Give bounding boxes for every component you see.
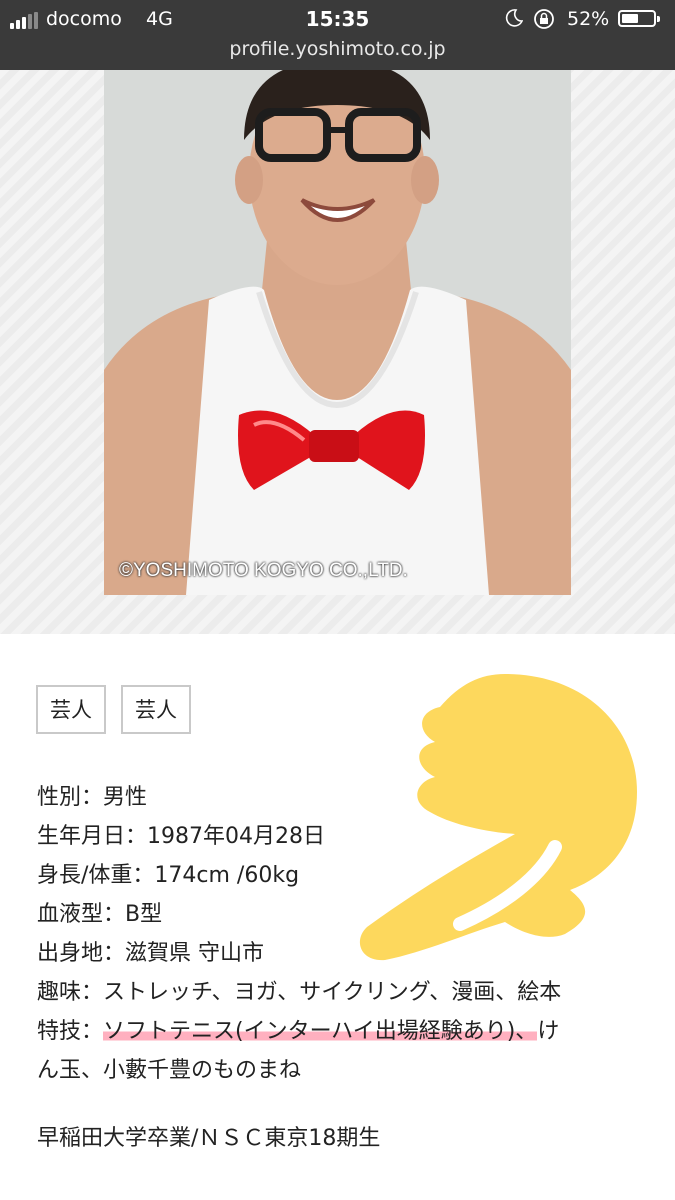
rotation-lock-icon <box>534 9 554 29</box>
education: 早稲田大学卒業/ＮＳＣ東京18期生 <box>37 1126 381 1151</box>
height-weight: 身長/体重：174cm /60kg <box>37 863 300 888</box>
skills-line: 特技：ソフトテニス(インターハイ出場経験あり)、け <box>37 1012 647 1051</box>
hobbies: 趣味：ストレッチ、ヨガ、サイクリング、漫画、絵本 <box>37 980 562 1005</box>
skills-highlight: ソフトテニス(インターハイ出場経験あり)、 <box>103 1019 538 1044</box>
profile-photo: ©YOSHIMOTO KOGYO CO.,LTD. <box>104 70 571 595</box>
gender: 性別：男性 <box>37 785 148 810</box>
category-tags: 芸人 芸人 <box>36 685 191 734</box>
battery-percent: 52% <box>567 8 610 30</box>
tag-geinin[interactable]: 芸人 <box>36 685 106 734</box>
photo-copyright: ©YOSHIMOTO KOGYO CO.,LTD. <box>119 560 408 581</box>
profile-info: 性別：男性 生年月日：1987年04月28日 身長/体重：174cm /60kg… <box>37 778 647 1090</box>
birthday: 生年月日：1987年04月28日 <box>37 824 325 849</box>
blood-type: 血液型：B型 <box>37 902 163 927</box>
profile-photo-illustration <box>104 70 571 595</box>
status-bar: docomo 4G 15:35 52% profile.yoshimoto.co… <box>0 0 675 70</box>
moon-icon <box>505 9 523 27</box>
skills-continued: ん玉、小藪千豊のものまね <box>37 1058 302 1083</box>
hometown: 出身地：滋賀県 守山市 <box>37 941 264 966</box>
photo-band: ©YOSHIMOTO KOGYO CO.,LTD. <box>0 70 675 634</box>
skills-label: 特技： <box>37 1019 104 1044</box>
skills-rest: け <box>537 1019 560 1044</box>
address-bar-url[interactable]: profile.yoshimoto.co.jp <box>0 38 675 60</box>
tag-geinin[interactable]: 芸人 <box>121 685 191 734</box>
battery-icon <box>618 10 660 27</box>
